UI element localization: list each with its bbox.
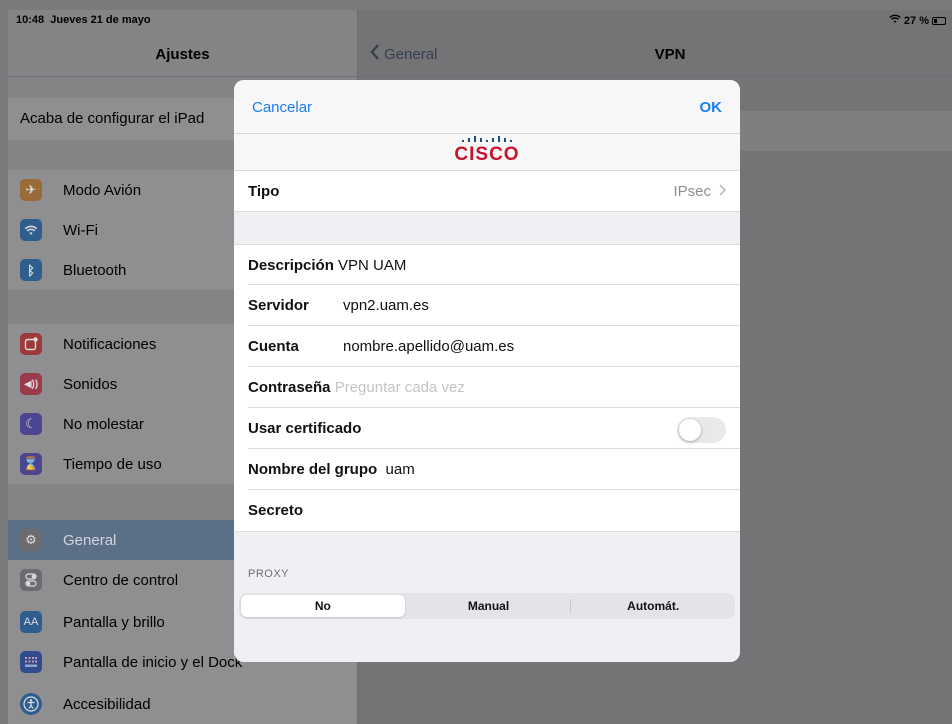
- password-placeholder: Preguntar cada vez: [334, 379, 465, 396]
- wifi-status-icon: [889, 14, 901, 27]
- wifi-icon: [20, 219, 42, 241]
- proxy-option-no[interactable]: No: [241, 595, 405, 617]
- display-icon: AA: [20, 611, 42, 633]
- moon-icon: ☾: [20, 413, 42, 435]
- group-name-value: uam: [385, 461, 415, 478]
- use-certificate-toggle[interactable]: [677, 417, 726, 443]
- description-value: VPN UAM: [338, 256, 407, 274]
- airplane-icon: ✈: [20, 179, 42, 201]
- sidebar-item-accessibility[interactable]: Accesibilidad: [8, 684, 357, 724]
- proxy-option-manual[interactable]: Manual: [407, 595, 571, 617]
- vpn-config-modal: Cancelar OK CISCO Tipo IPsec Descripción…: [234, 80, 740, 662]
- description-field[interactable]: Descripción VPN UAM: [234, 244, 740, 285]
- hourglass-icon: ⌛: [20, 453, 42, 475]
- status-right: 27 %: [889, 14, 946, 27]
- bluetooth-icon: ᛒ: [20, 259, 42, 281]
- notifications-icon: [20, 333, 42, 355]
- proxy-option-auto[interactable]: Automát.: [571, 595, 735, 617]
- account-value: nombre.apellido@uam.es: [343, 338, 515, 355]
- detail-title: VPN: [654, 46, 686, 63]
- sounds-icon: ◀)): [20, 373, 42, 395]
- status-bar: 10:48 Jueves 21 de mayo 27 %: [8, 10, 952, 30]
- group-name-field[interactable]: Nombre del grupo uam: [234, 449, 740, 490]
- type-value: IPsec: [673, 182, 711, 200]
- chevron-right-icon: [719, 183, 727, 199]
- ipad-screen: 10:48 Jueves 21 de mayo 27 % Ajustes Aca…: [8, 10, 952, 724]
- cisco-wordmark: CISCO: [454, 144, 520, 165]
- secret-field[interactable]: Secreto: [234, 490, 740, 531]
- gear-icon: ⚙: [20, 529, 42, 551]
- accessibility-icon: [20, 693, 42, 715]
- battery-icon: [932, 16, 946, 25]
- cancel-button[interactable]: Cancelar: [252, 99, 312, 116]
- proxy-segmented-control: No Manual Automát.: [239, 593, 735, 619]
- cisco-logo: CISCO: [234, 134, 740, 170]
- home-screen-icon: [20, 651, 42, 673]
- account-field[interactable]: Cuenta nombre.apellido@uam.es: [234, 326, 740, 367]
- type-row[interactable]: Tipo IPsec: [234, 170, 740, 211]
- password-field[interactable]: Contraseña Preguntar cada vez: [234, 367, 740, 408]
- battery-percent: 27 %: [903, 14, 929, 27]
- status-time: 10:48 Jueves 21 de mayo: [16, 14, 151, 26]
- server-value: vpn2.uam.es: [343, 297, 429, 314]
- ok-button[interactable]: OK: [700, 99, 723, 116]
- sidebar-title: Ajustes: [155, 46, 210, 63]
- use-certificate-row: Usar certificado: [234, 408, 740, 449]
- control-center-icon: [20, 569, 42, 591]
- proxy-section-header: PROXY: [248, 568, 290, 580]
- server-field[interactable]: Servidor vpn2.uam.es: [234, 285, 740, 326]
- modal-header: Cancelar OK: [234, 80, 740, 134]
- cisco-bars-icon: [462, 134, 512, 142]
